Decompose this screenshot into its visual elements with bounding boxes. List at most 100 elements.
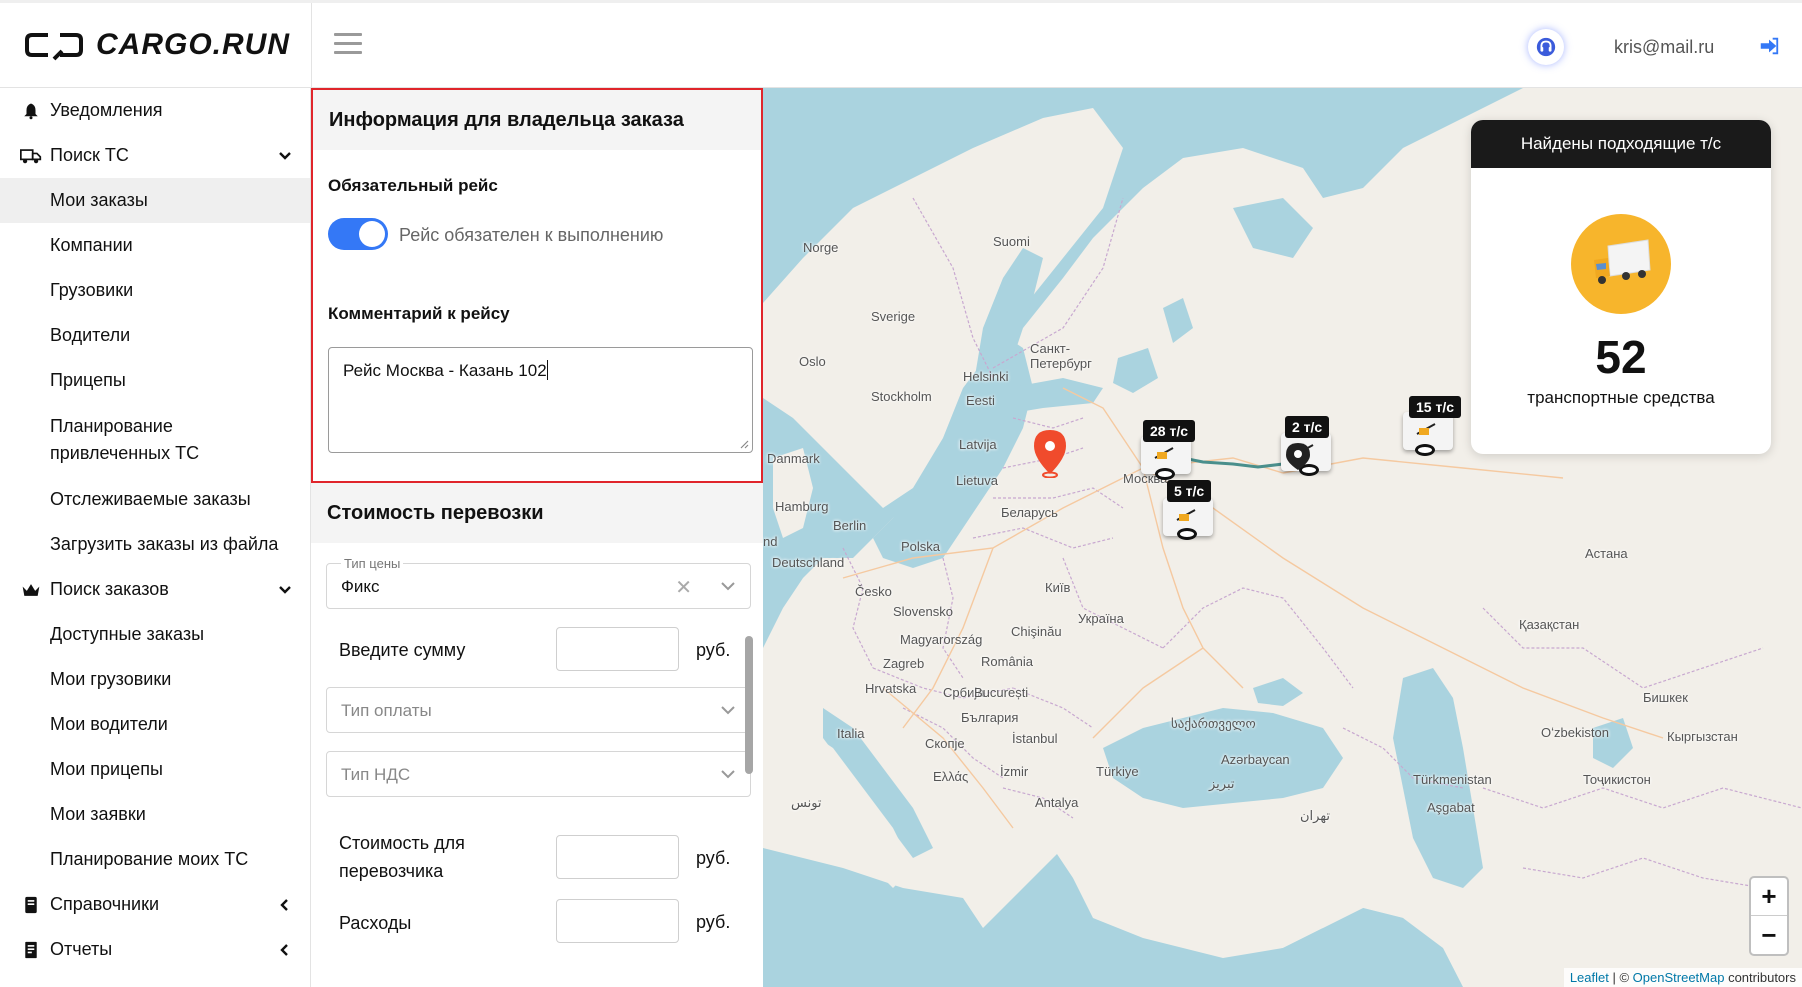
sidebar-item-drivers[interactable]: Водители [0, 313, 310, 358]
map-label: Бишкек [1643, 690, 1688, 705]
sidebar-item-available-orders[interactable]: Доступные заказы [0, 612, 310, 657]
resize-grip-icon[interactable] [739, 439, 749, 449]
expenses-input[interactable] [556, 899, 679, 943]
chevron-down-icon [721, 582, 735, 591]
carrier-cost-unit: руб. [696, 848, 731, 868]
amount-unit: руб. [696, 640, 731, 660]
map-label: İstanbul [1012, 731, 1058, 746]
sidebar-item-label: Загрузить заказы из файла [50, 534, 279, 554]
sidebar-item-notifications[interactable]: Уведомления [0, 88, 310, 133]
map-label: Česko [855, 584, 892, 599]
map-label: تبریز [1209, 776, 1235, 791]
logo-icon [25, 33, 83, 61]
map-label: Antalya [1035, 795, 1079, 810]
sidebar-item-search-orders[interactable]: Поиск заказов [0, 567, 310, 612]
clear-icon[interactable]: ✕ [675, 575, 692, 600]
zoom-out-button[interactable]: − [1751, 916, 1787, 954]
bell-icon [20, 100, 42, 122]
user-email[interactable]: kris@mail.ru [1614, 37, 1714, 58]
map-label: Slovensko [893, 604, 953, 619]
mandatory-toggle-label: Рейс обязателен к выполнению [399, 225, 664, 245]
menu-toggle-icon[interactable] [334, 33, 362, 57]
payment-type-select[interactable]: Тип оплаты [326, 687, 751, 733]
map-label: Magyarország [900, 632, 983, 647]
mandatory-toggle[interactable] [328, 218, 388, 250]
price-type-label: Тип цены [341, 556, 404, 571]
sidebar-item-my-requests[interactable]: Мои заявки [0, 792, 310, 837]
sidebar-item-label: Справочники [50, 894, 160, 914]
support-button[interactable] [1528, 29, 1564, 65]
osm-link[interactable]: OpenStreetMap [1633, 970, 1725, 985]
sidebar-item-label: Мои прицепы [50, 759, 163, 779]
chevron-left-icon [280, 943, 288, 956]
map-label: Ελλάς [933, 769, 969, 784]
sidebar-item-reports[interactable]: Отчеты [0, 927, 310, 972]
cost-title: Стоимость перевозки [311, 483, 763, 543]
sidebar-item-my-drivers[interactable]: Мои водители [0, 702, 310, 747]
attribution-sep: | © [1608, 970, 1633, 985]
sidebar-item-trucks[interactable]: Грузовики [0, 268, 310, 313]
sidebar-item-label: Поиск ТС [50, 145, 129, 165]
cluster-count-badge: 5 т/с [1167, 480, 1212, 502]
vat-type-select[interactable]: Тип НДС [326, 751, 751, 797]
sidebar: Уведомления Поиск ТС Мои заказы Компании… [0, 88, 311, 987]
map-label: Sverige [871, 309, 916, 324]
sidebar-item-tracked-orders[interactable]: Отслеживаемые заказы [0, 477, 310, 522]
comment-textarea[interactable]: Рейс Москва - Казань 102 [328, 347, 753, 453]
price-type-select[interactable]: Тип цены Фикс ✕ [326, 556, 751, 609]
map-label: Suomi [993, 234, 1030, 249]
map-label: Скопје [925, 736, 965, 751]
sidebar-item-references[interactable]: Справочники [0, 882, 310, 927]
sidebar-item-my-trucks[interactable]: Мои грузовики [0, 657, 310, 702]
origin-pin-icon[interactable] [1031, 428, 1069, 478]
sidebar-item-upload-orders[interactable]: Загрузить заказы из файла [0, 522, 310, 567]
map-label: Danmark [767, 451, 820, 466]
map-attribution: Leaflet | © OpenStreetMap contributors [1563, 968, 1802, 987]
map-label: Helsinki [963, 369, 1009, 384]
carrier-cost-label: Стоимость для перевозчика [339, 833, 465, 881]
map-label: Chişinău [1011, 624, 1062, 639]
sidebar-item-trailers[interactable]: Прицепы [0, 358, 310, 403]
map-label: Hrvatska [865, 681, 917, 696]
amount-input[interactable] [556, 627, 679, 671]
sidebar-item-label: Мои заказы [50, 190, 148, 210]
carrier-cost-input[interactable] [556, 835, 679, 879]
map-label: Azərbaycan [1221, 752, 1290, 767]
sidebar-item-my-orders[interactable]: Мои заказы [0, 178, 310, 223]
sidebar-item-my-trailers[interactable]: Мои прицепы [0, 747, 310, 792]
map-label: İzmir [1000, 764, 1029, 779]
zoom-in-button[interactable]: + [1751, 878, 1787, 916]
map-label: Кыргызстан [1667, 729, 1738, 744]
sidebar-item-label: Мои грузовики [50, 669, 172, 689]
map-label: Aşgabat [1427, 800, 1475, 815]
amount-label: Введите сумму [339, 640, 466, 660]
sidebar-item-label: Мои заявки [50, 804, 146, 824]
sidebar-item-label: Доступные заказы [50, 624, 205, 644]
logout-icon[interactable] [1758, 35, 1780, 57]
sidebar-item-companies[interactable]: Компании [0, 223, 310, 268]
sidebar-item-planning-hired[interactable]: Планирование привлеченных ТС [0, 403, 310, 477]
sidebar-item-label: Компании [50, 235, 133, 255]
leaflet-link[interactable]: Leaflet [1570, 970, 1609, 985]
chevron-down-icon [279, 585, 291, 594]
cluster-count-badge: 15 т/с [1409, 396, 1461, 418]
sidebar-item-search-vehicles[interactable]: Поиск ТС [0, 133, 310, 178]
owner-info-card: Информация для владельца заказа Обязател… [311, 88, 763, 483]
logo-text: CARGO.RUN [96, 28, 290, 61]
sidebar-item-label: Планирование моих ТС [50, 849, 249, 869]
map-label: საქართველო [1171, 716, 1256, 731]
found-vehicles-card[interactable]: Найдены подходящие т/с 52 транспортные с… [1471, 120, 1771, 454]
map-label: Berlin [833, 518, 867, 533]
panel-scrollbar[interactable] [745, 636, 753, 774]
cluster-count-badge: 2 т/с [1285, 416, 1330, 438]
chevron-down-icon [721, 770, 735, 779]
sidebar-item-label: Водители [50, 325, 131, 345]
truck-icon [20, 145, 42, 167]
truck-badge-icon [1571, 214, 1671, 314]
logo[interactable]: CARGO.RUN [24, 27, 290, 63]
destination-pin-icon[interactable] [1285, 442, 1311, 472]
map-label: Київ [1045, 580, 1071, 595]
chevron-down-icon [721, 706, 735, 715]
map-label: تونس [791, 795, 822, 810]
sidebar-item-planning-mine[interactable]: Планирование моих ТС [0, 837, 310, 882]
